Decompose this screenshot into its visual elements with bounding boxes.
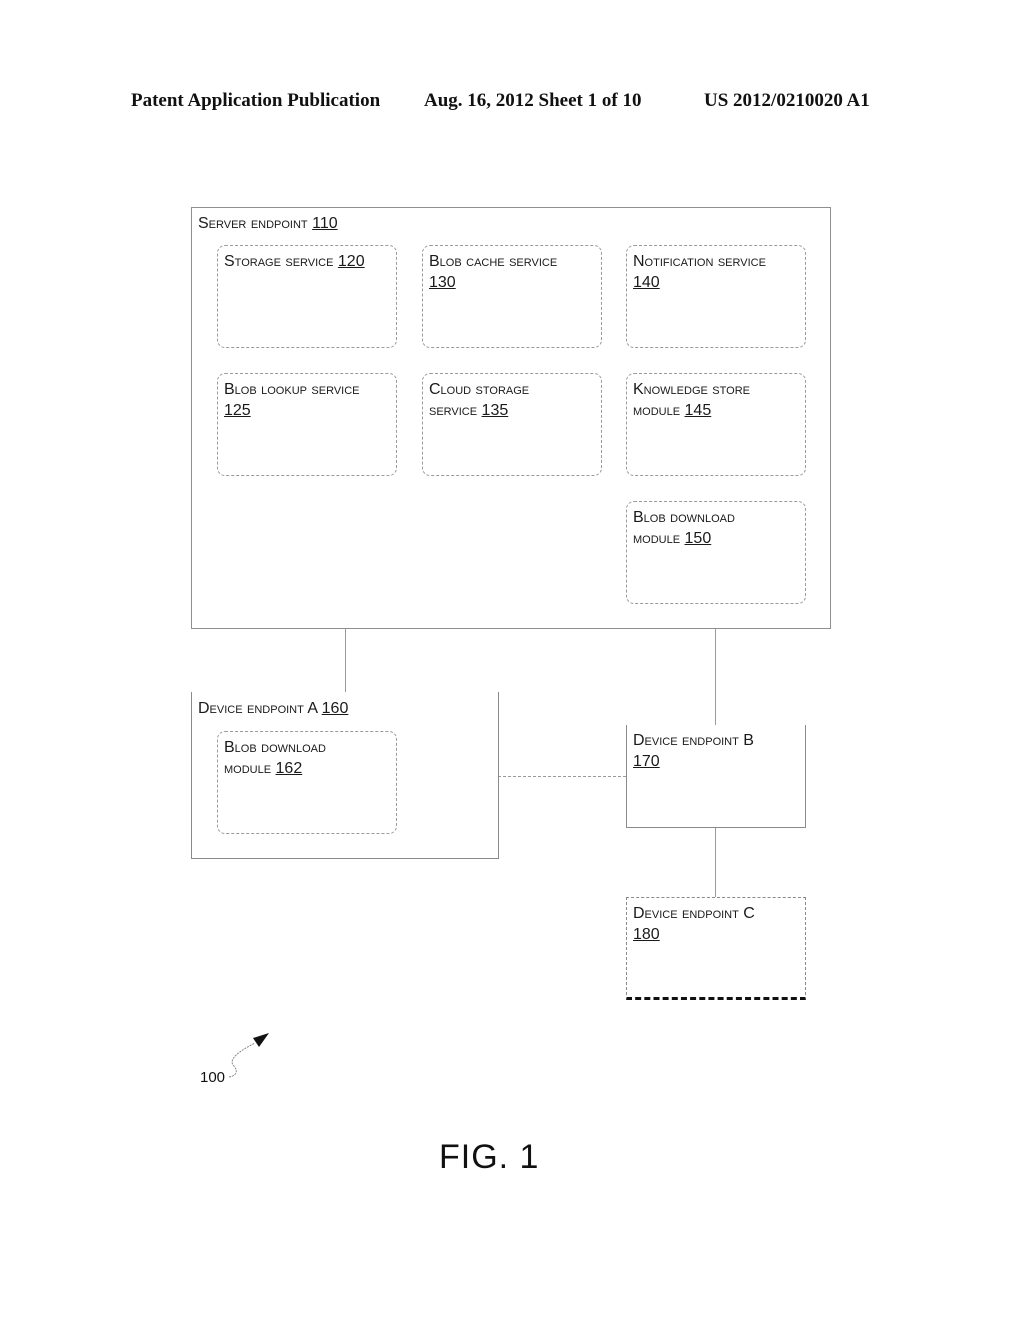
ref-number: 135 (481, 402, 509, 419)
label-text: Device endpoint B (633, 732, 754, 749)
blob-download-module-150-box: Blob download module 150 (626, 501, 806, 604)
ref-number: 145 (684, 402, 712, 419)
label-text: service (429, 402, 482, 419)
ref-number: 180 (633, 926, 660, 943)
storage-service-box: Storage service 120 (217, 245, 397, 348)
label-text: module (633, 402, 685, 419)
figure-label: FIG. 1 (439, 1138, 540, 1176)
ref-number: 160 (321, 700, 349, 717)
connector-device-b-to-device-c (715, 827, 716, 897)
label-text: Knowledge store (633, 381, 750, 398)
device-endpoint-c-label: Device endpoint C 180 (633, 903, 755, 945)
label-text: Cloud storage (429, 381, 530, 398)
ref-number: 140 (633, 274, 660, 291)
label-text: Blob download (224, 739, 326, 756)
ref-number: 125 (224, 402, 251, 419)
label-text: Server endpoint (198, 215, 313, 232)
ref-number: 120 (337, 253, 365, 270)
reference-numeral: 100 (200, 1069, 226, 1086)
label-text: Blob download (633, 509, 735, 526)
device-endpoint-a-label: Device endpoint A 160 (198, 698, 348, 719)
label-text: Blob cache service (429, 253, 558, 270)
blob-download-module-162-box: Blob download module 162 (217, 731, 397, 834)
label-text: module (633, 530, 685, 547)
publication-number: US 2012/0210020 A1 (704, 90, 870, 111)
ref-number: 150 (684, 530, 712, 547)
notification-service-box: Notification service 140 (626, 245, 806, 348)
cloud-storage-service-label: Cloud storage service 135 (429, 379, 529, 421)
ref-number: 162 (275, 760, 303, 777)
connector-server-to-device-a (345, 629, 346, 692)
ref-number: 170 (633, 753, 660, 770)
publication-title: Patent Application Publication (131, 90, 381, 111)
label-text: Notification service (633, 253, 766, 270)
blob-lookup-service-box: Blob lookup service 125 (217, 373, 397, 476)
device-endpoint-b-box: Device endpoint B 170 (626, 725, 806, 828)
connector-server-to-device-b (715, 629, 716, 725)
label-text: module (224, 760, 276, 777)
ref-number: 110 (312, 215, 338, 232)
blob-download-module-162-label: Blob download module 162 (224, 737, 326, 779)
cloud-storage-service-box: Cloud storage service 135 (422, 373, 602, 476)
label-text: Device endpoint C (633, 905, 755, 922)
blob-lookup-service-label: Blob lookup service 125 (224, 379, 360, 421)
blob-cache-service-box: Blob cache service 130 (422, 245, 602, 348)
ref-number: 130 (429, 274, 456, 291)
connector-device-a-to-device-b (498, 776, 626, 777)
label-text: Blob lookup service (224, 381, 360, 398)
blob-cache-service-label: Blob cache service 130 (429, 251, 557, 293)
label-text: Device endpoint A (198, 700, 322, 717)
reference-arrow-icon (228, 1033, 269, 1078)
device-endpoint-c-box: Device endpoint C 180 (626, 897, 806, 1000)
knowledge-store-module-box: Knowledge store module 145 (626, 373, 806, 476)
storage-service-label: Storage service 120 (224, 251, 365, 272)
server-endpoint-label: Server endpoint 110 (198, 213, 338, 234)
publication-date-sheet: Aug. 16, 2012 Sheet 1 of 10 (424, 90, 642, 111)
blob-download-module-150-label: Blob download module 150 (633, 507, 735, 549)
notification-service-label: Notification service 140 (633, 251, 766, 293)
label-text: Storage service (224, 253, 338, 270)
knowledge-store-module-label: Knowledge store module 145 (633, 379, 750, 421)
device-endpoint-b-label: Device endpoint B 170 (633, 730, 754, 772)
